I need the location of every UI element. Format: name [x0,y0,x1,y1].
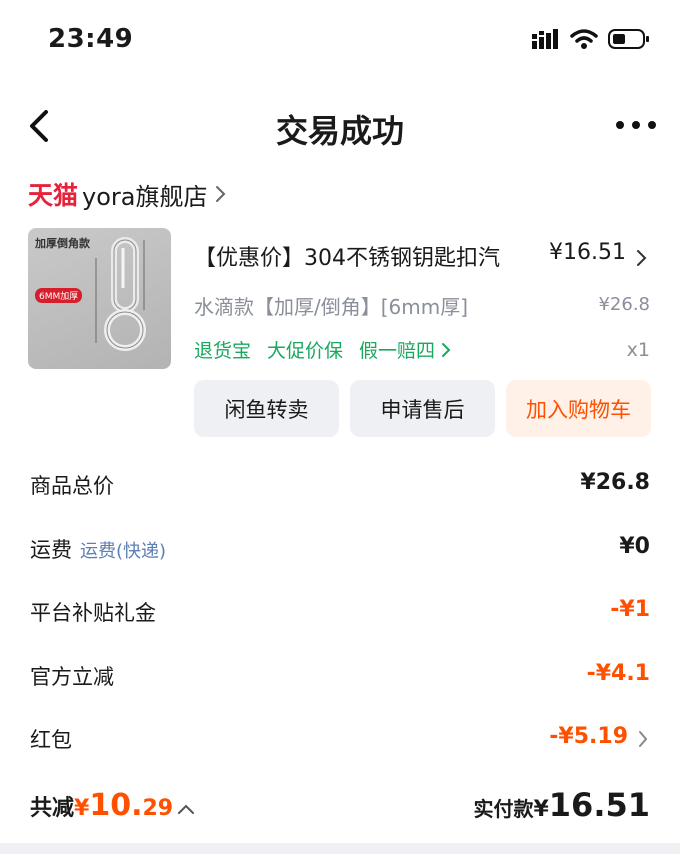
status-bar: 23:49 [0,0,680,80]
product-price: ¥16.51 [549,240,626,265]
wifi-icon [570,29,598,49]
summary-value: -¥5.19 [549,724,628,749]
after-sale-button[interactable]: 申请售后 [350,380,495,437]
saved-amount: 10. [89,788,143,823]
summary-label: 官方立减 [30,665,114,689]
battery-icon [608,29,649,49]
original-price: ¥26.8 [598,294,650,315]
service-tag: 假一赔四 [359,340,436,362]
tmall-logo: 天猫 [28,181,79,210]
summary-label-wrap: 运费 运费(快递) [30,534,166,564]
summary-row-total: 商品总价 ¥26.8 [30,470,650,504]
chevron-right-icon [637,250,647,266]
add-to-cart-button[interactable]: 加入购物车 [506,380,651,437]
summary-value: -¥4.1 [586,661,650,686]
shop-name: yora旗舰店 [82,182,208,211]
paid-currency: ¥ [533,797,549,822]
chevron-up-icon [178,804,195,814]
more-icon[interactable] [614,110,658,140]
saved-currency: ¥ [74,796,90,821]
product-title[interactable]: 【优惠价】304不锈钢钥匙扣汽 [194,240,500,272]
service-tag: 大促价保 [267,340,344,362]
order-totals: 共减 ¥ 10. 29 实付款 ¥ 16.51 [30,786,650,830]
summary-value: -¥1 [610,597,650,622]
amount-paid: 实付款 ¥ 16.51 [473,786,650,824]
bottom-divider [0,843,680,854]
summary-row-red-packet[interactable]: 红包 -¥5.19 [30,724,650,758]
summary-row-shipping: 运费 运费(快递) ¥0 [30,534,650,568]
nav-bar: 交易成功 [0,92,680,164]
summary-label: 红包 [30,728,72,752]
summary-label: 商品总价 [30,474,114,498]
resell-button[interactable]: 闲鱼转卖 [194,380,339,437]
product-spec: 水滴款【加厚/倒角】[6mm厚] [194,295,469,319]
summary-value: ¥26.8 [580,470,650,495]
status-icons [532,28,650,50]
status-time: 23:49 [48,24,134,54]
summary-row-subsidy: 平台补贴礼金 -¥1 [30,597,650,631]
summary-value: ¥0 [619,534,650,559]
saved-label: 共减 [30,796,75,821]
chevron-right-icon [442,342,451,357]
service-tag: 退货宝 [194,340,252,362]
saved-amount-decimal: 29 [142,796,174,821]
paid-label: 实付款 [473,797,534,821]
summary-row-official-discount: 官方立减 -¥4.1 [30,661,650,695]
chevron-right-icon [639,731,648,747]
shipping-method: 运费(快递) [80,541,167,562]
signal-icon [532,29,558,49]
page-title: 交易成功 [275,112,404,150]
summary-label: 平台补贴礼金 [30,601,156,625]
chevron-right-icon [216,186,226,202]
paid-amount: 16.51 [548,786,650,824]
total-saved[interactable]: 共减 ¥ 10. 29 [30,788,195,823]
keychain-illustration [95,237,146,351]
product-image[interactable]: 加厚倒角款 6MM加厚 [28,228,171,369]
summary-label: 运费 [30,538,72,562]
product-quantity: x1 [626,339,650,361]
service-tags[interactable]: 退货宝 大促价保 假一赔四 [194,336,451,363]
shop-link[interactable]: 天猫 yora旗舰店 [28,176,227,212]
